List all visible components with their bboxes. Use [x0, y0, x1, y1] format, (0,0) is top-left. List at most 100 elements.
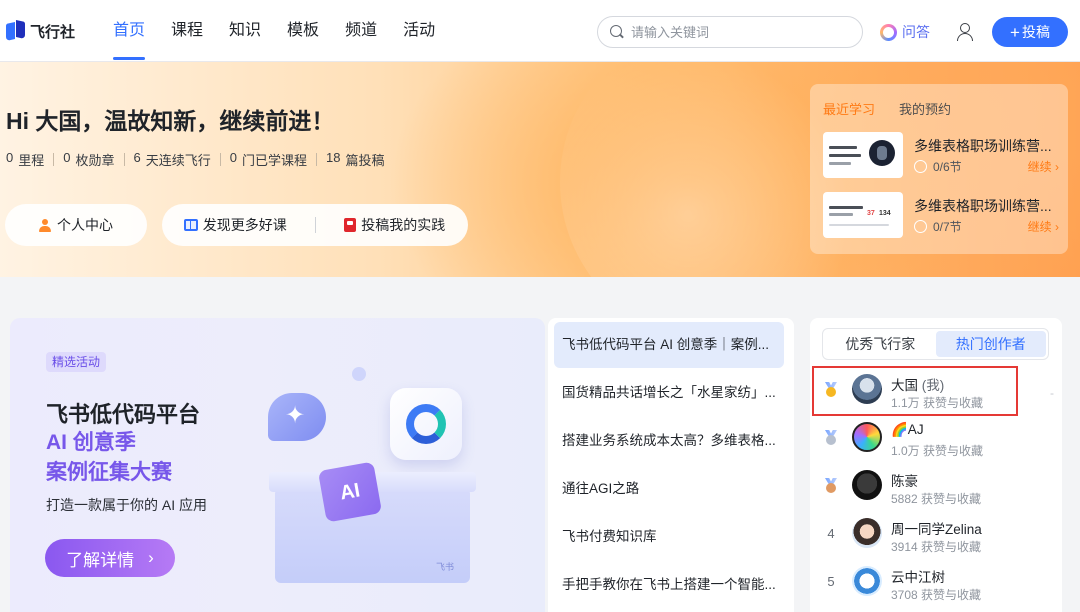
- recent-item-title: 多维表格职场训练营...: [914, 198, 1052, 214]
- ranking-row[interactable]: 5 云中江树 3708 获赞与收藏: [810, 560, 1062, 608]
- main-nav: 首页 课程 知识 模板 频道 活动: [113, 0, 461, 62]
- qa-button[interactable]: 问答: [880, 22, 930, 42]
- featured-subtitle: AI 创意季 案例征集大赛: [46, 431, 172, 484]
- discover-courses-label: 发现更多好课: [202, 217, 287, 233]
- creator-name: 🌈AJ: [891, 422, 924, 437]
- stat-mileage[interactable]: 0 里程: [6, 150, 44, 169]
- creator-name: 陈豪: [891, 474, 918, 489]
- post-button[interactable]: + 投稿: [992, 17, 1068, 47]
- progress-ring-icon: [914, 220, 927, 233]
- decorative-dot: [352, 367, 366, 381]
- chevron-right-icon: ›: [148, 548, 154, 567]
- book-icon: [183, 219, 198, 231]
- ranking-row[interactable]: 4 周一同学Zelina 3914 获赞与收藏: [810, 512, 1062, 560]
- nav-templates[interactable]: 模板: [287, 0, 319, 62]
- progress-ring-icon: [914, 160, 927, 173]
- nav-channels[interactable]: 频道: [345, 0, 377, 62]
- divider: [123, 153, 125, 166]
- highlight-box: [812, 366, 1018, 416]
- article-item[interactable]: 飞书付费知识库: [554, 514, 784, 560]
- featured-description: 打造一款属于你的 AI 应用: [46, 497, 208, 513]
- article-item[interactable]: 飞书低代码平台 AI 创意季｜案例...: [554, 322, 784, 368]
- plus-icon: +: [1010, 22, 1020, 42]
- ranking-row[interactable]: 🌈AJ 1.0万 获赞与收藏: [810, 416, 1062, 464]
- tab-top-flyers[interactable]: 优秀飞行家: [825, 331, 936, 357]
- creator-likes: 1.0万 获赞与收藏: [891, 444, 984, 458]
- featured-title: 飞书低代码平台: [46, 402, 201, 427]
- stat-medals[interactable]: 0 枚勋章: [63, 150, 114, 169]
- brand-name: 飞行社: [30, 23, 76, 41]
- recent-tabs: 最近学习 我的预约: [823, 99, 951, 118]
- post-button-label: 投稿: [1021, 24, 1050, 40]
- nav-courses[interactable]: 课程: [171, 0, 203, 62]
- search-box[interactable]: [597, 16, 863, 48]
- creator-likes: 3914 获赞与收藏: [891, 540, 982, 554]
- recent-item[interactable]: 37 134 多维表格职场训练营... 0/7节 继续 ›: [823, 192, 1063, 238]
- brand-logo[interactable]: 飞行社: [6, 20, 75, 42]
- ai-card-illustration: AI: [317, 461, 383, 523]
- ranking-tabs: 优秀飞行家 热门创作者: [822, 328, 1049, 360]
- extra-indicator: -: [1050, 386, 1054, 400]
- logo-icon: [6, 20, 26, 42]
- ranking-row[interactable]: 陈豪 5882 获赞与收藏: [810, 464, 1062, 512]
- learn-more-button[interactable]: 了解详情 ›: [45, 539, 175, 577]
- discover-courses-button[interactable]: 发现更多好课: [162, 215, 309, 235]
- avatar: [852, 566, 882, 596]
- personal-center-button[interactable]: 个人中心: [5, 204, 147, 246]
- submit-practice-button[interactable]: 投稿我的实践: [322, 215, 469, 235]
- avatar: [852, 518, 882, 548]
- search-input[interactable]: [631, 22, 851, 42]
- continue-link[interactable]: 继续 ›: [1028, 158, 1059, 175]
- submit-icon: [344, 218, 357, 232]
- stat-courses[interactable]: 0 门已学课程: [230, 150, 307, 169]
- article-list: 飞书低代码平台 AI 创意季｜案例... 国货精品共话增长之「水星家纺」... …: [548, 318, 794, 612]
- divider: [314, 217, 316, 233]
- nav-events[interactable]: 活动: [403, 0, 435, 62]
- nav-home[interactable]: 首页: [113, 0, 146, 62]
- divider: [316, 153, 317, 166]
- article-item[interactable]: 通往AGI之路: [554, 466, 784, 512]
- personal-center-label: 个人中心: [57, 217, 113, 233]
- person-icon: [39, 218, 51, 232]
- course-thumbnail: [823, 132, 903, 178]
- tab-hot-creators[interactable]: 热门创作者: [935, 331, 1046, 357]
- recent-learning-card: 最近学习 我的预约 多维表格职场训练营... 0/6节 继续 › 37 134 …: [810, 84, 1068, 254]
- creator-name: 周一同学Zelina: [891, 522, 982, 537]
- recent-item[interactable]: 多维表格职场训练营... 0/6节 继续 ›: [823, 132, 1063, 178]
- qa-ring-icon: [880, 24, 897, 41]
- creator-name: 云中江树: [891, 570, 945, 585]
- box-logo: 飞书: [435, 562, 454, 572]
- creator-likes: 3708 获赞与收藏: [891, 588, 982, 602]
- recent-item-progress: 0/6节: [914, 158, 962, 175]
- divider: [53, 153, 55, 166]
- article-item[interactable]: 国货精品共话增长之「水星家纺」...: [554, 370, 784, 416]
- divider: [219, 153, 221, 166]
- recent-item-progress: 0/7节: [914, 218, 962, 235]
- rank-number: 5: [827, 574, 835, 589]
- user-stats: 0 里程 0 枚勋章 6 天连续飞行 0 门已学课程 18 篇投稿: [6, 150, 384, 169]
- course-thumbnail: 37 134: [823, 192, 903, 238]
- stat-posts[interactable]: 18 篇投稿: [326, 150, 384, 169]
- article-item[interactable]: 搭建业务系统成本太高？多维表格...: [554, 418, 784, 464]
- tab-recent-learning[interactable]: 最近学习: [823, 99, 875, 118]
- submit-practice-label: 投稿我的实践: [361, 217, 446, 233]
- nav-knowledge[interactable]: 知识: [229, 0, 261, 62]
- featured-tag: 精选活动: [46, 352, 107, 372]
- lowcode-app-icon: [390, 388, 462, 460]
- recent-item-title: 多维表格职场训练营...: [914, 138, 1052, 154]
- search-icon: [610, 25, 624, 39]
- featured-activity-card[interactable]: 精选活动 飞书低代码平台 AI 创意季 案例征集大赛 打造一款属于你的 AI 应…: [10, 318, 545, 612]
- stat-streak[interactable]: 6 天连续飞行: [134, 150, 211, 169]
- sparkle-bubble-icon: [268, 393, 326, 441]
- avatar: [852, 470, 882, 500]
- article-item[interactable]: 手把手教你在飞书上搭建一个智能...: [554, 562, 784, 608]
- ranking-panel: 优秀飞行家 热门创作者 大国 (我) 1.1万 获赞与收藏 - 🌈AJ 1.0万…: [810, 318, 1062, 612]
- bronze-medal-icon: [824, 478, 838, 494]
- qa-label: 问答: [902, 24, 930, 40]
- hero-banner: Hi 大国，温故知新，继续前进！ 0 里程 0 枚勋章 6 天连续飞行 0 门已学课程 …: [0, 62, 1080, 277]
- user-icon[interactable]: [955, 22, 973, 41]
- avatar: [852, 422, 882, 452]
- tab-my-reservations[interactable]: 我的预约: [899, 99, 951, 118]
- greeting-title: Hi 大国，温故知新，继续前进！: [6, 108, 335, 134]
- continue-link[interactable]: 继续 ›: [1028, 218, 1059, 235]
